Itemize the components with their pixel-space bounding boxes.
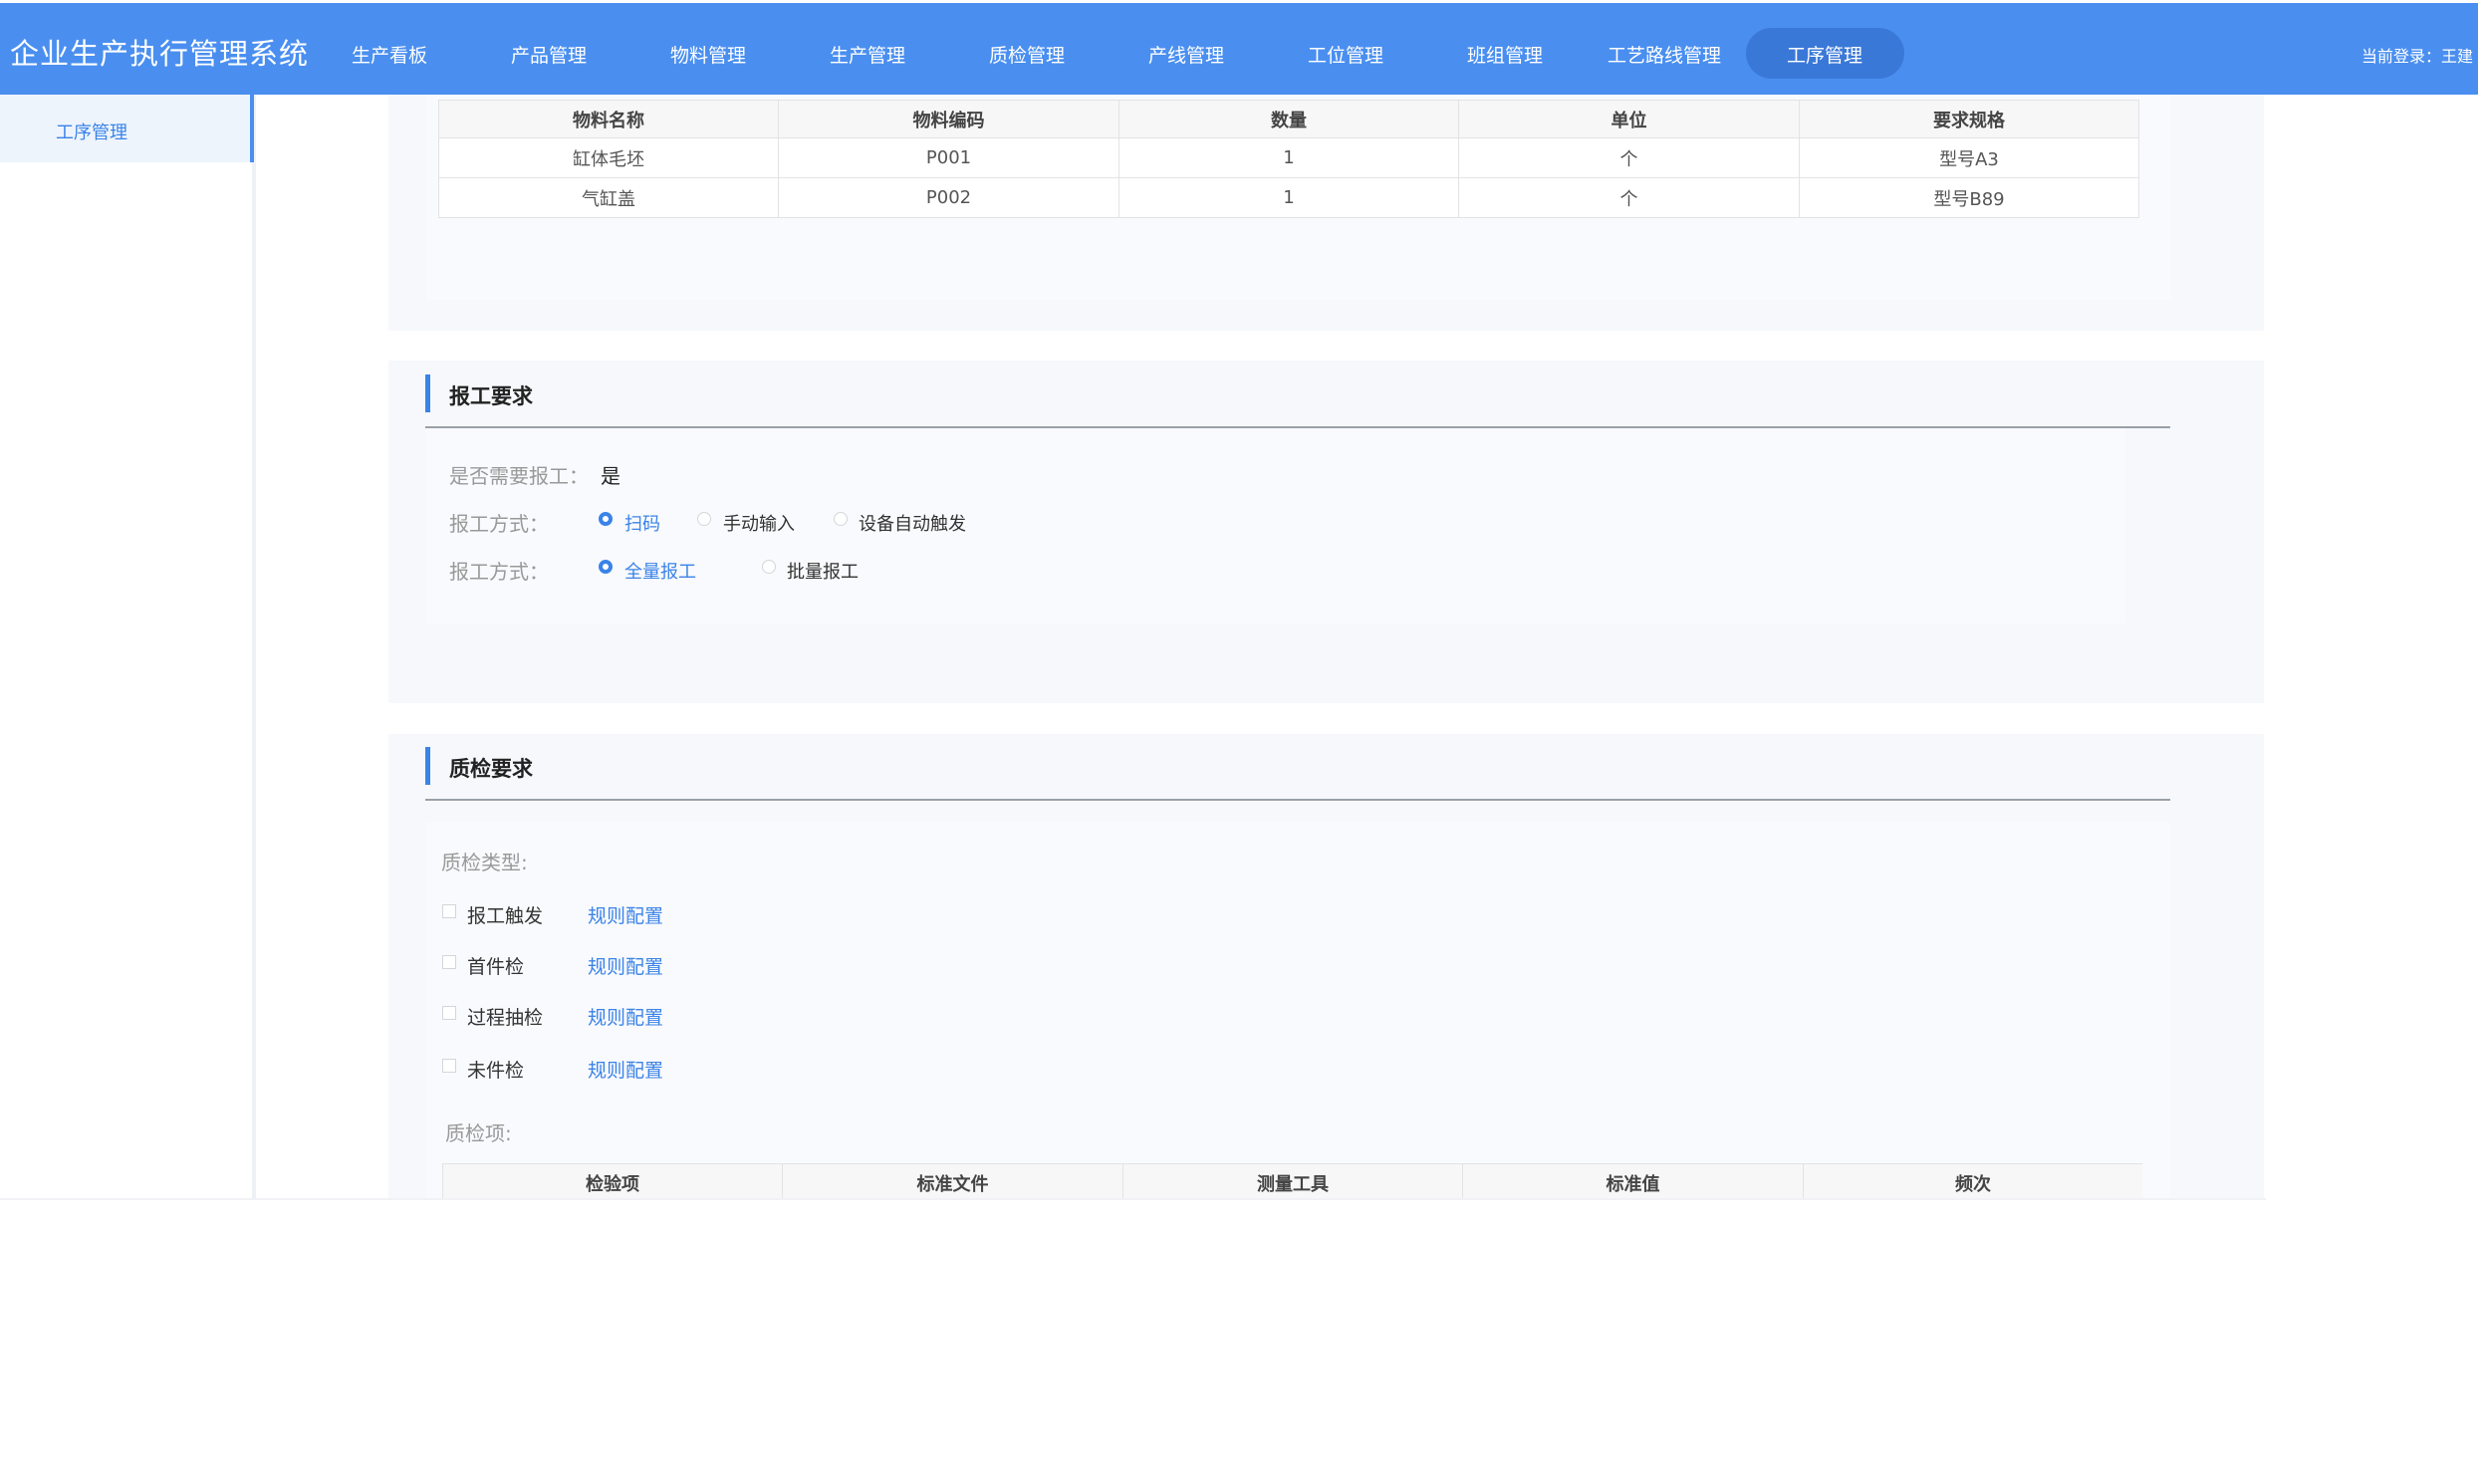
radio-device-trigger[interactable] (834, 512, 848, 526)
nav-item-quality[interactable]: 质检管理 (989, 41, 1065, 68)
col-header: 频次 (1803, 1163, 2142, 1199)
cell-spec: 型号A3 (1799, 137, 2139, 178)
cell-unit: 个 (1458, 137, 1800, 178)
need-report-value: 是 (601, 464, 620, 488)
qc-items-table: 检验项 标准文件 测量工具 标准值 频次 (442, 1163, 2142, 1199)
radio-scan-label[interactable]: 扫码 (624, 510, 660, 536)
checkbox-report-trigger[interactable] (442, 904, 456, 918)
nav-item-lines[interactable]: 产线管理 (1148, 41, 1224, 68)
report-section-header: 报工要求 (425, 359, 2170, 428)
rule-config-link[interactable]: 规则配置 (588, 1003, 663, 1030)
radio-full-report[interactable] (599, 560, 613, 574)
checkbox-process-sampling[interactable] (442, 1006, 456, 1020)
qc-type-label: 质检类型: (441, 851, 528, 874)
cell-quantity: 1 (1118, 177, 1459, 218)
radio-manual-input-label[interactable]: 手动输入 (723, 510, 795, 536)
col-header: 标准文件 (782, 1163, 1123, 1199)
col-header: 数量 (1118, 100, 1459, 138)
app-title: 企业生产执行管理系统 (10, 37, 310, 71)
materials-table: 物料名称 物料编码 数量 单位 要求规格 缸体毛坯 P001 1 个 型号A3 … (438, 100, 2139, 218)
qc-type-process-sampling: 过程抽检 (467, 1007, 544, 1029)
cell-material-name: 缸体毛坯 (438, 137, 779, 178)
qc-items-table-viewport: 检验项 标准文件 测量工具 标准值 频次 (442, 1163, 2142, 1199)
qc-type-report-trigger: 报工触发 (467, 905, 544, 927)
nav-item-routes[interactable]: 工艺路线管理 (1608, 41, 1721, 68)
rule-config-link[interactable]: 规则配置 (588, 952, 663, 979)
radio-batch-report-label[interactable]: 批量报工 (787, 558, 859, 584)
section-accent-bar (425, 747, 430, 785)
table-header-row: 检验项 标准文件 测量工具 标准值 频次 (442, 1163, 2142, 1199)
rule-config-link[interactable]: 规则配置 (588, 1056, 663, 1083)
table-row: 气缸盖 P002 1 个 型号B89 (438, 177, 2139, 218)
col-header: 标准值 (1462, 1163, 1804, 1199)
report-mode-label: 报工方式： (449, 560, 549, 584)
col-header: 物料名称 (438, 100, 779, 138)
nav-item-dashboard[interactable]: 生产看板 (352, 41, 427, 68)
nav-item-teams[interactable]: 班组管理 (1467, 41, 1543, 68)
radio-full-report-label[interactable]: 全量报工 (624, 558, 696, 584)
checkbox-final-inspection[interactable] (442, 1059, 456, 1073)
qc-items-label: 质检项: (445, 1121, 512, 1145)
sidebar: 工序管理 (0, 95, 256, 1200)
radio-manual-input[interactable] (697, 512, 711, 526)
sidebar-item-label: 工序管理 (56, 123, 127, 143)
top-nav-bar: 企业生产执行管理系统 生产看板 产品管理 物料管理 生产管理 质检管理 产线管理… (0, 3, 2478, 95)
table-row: 缸体毛坯 P001 1 个 型号A3 (438, 137, 2139, 178)
qc-type-final-inspection: 未件检 (467, 1060, 525, 1082)
cell-spec: 型号B89 (1799, 177, 2139, 218)
cell-unit: 个 (1458, 177, 1800, 218)
nav-item-stations[interactable]: 工位管理 (1308, 41, 1383, 68)
col-header: 单位 (1458, 100, 1800, 138)
table-header-row: 物料名称 物料编码 数量 单位 要求规格 (438, 100, 2139, 138)
radio-scan[interactable] (599, 512, 613, 526)
cell-material-code: P002 (778, 177, 1119, 218)
cell-quantity: 1 (1118, 137, 1459, 178)
report-inner (426, 428, 2125, 623)
rule-config-link[interactable]: 规则配置 (588, 901, 663, 928)
col-header: 物料编码 (778, 100, 1119, 138)
col-header: 测量工具 (1122, 1163, 1463, 1199)
qc-inner (426, 823, 2171, 1200)
radio-device-trigger-label[interactable]: 设备自动触发 (859, 510, 966, 536)
section-accent-bar (425, 374, 430, 412)
nav-item-products[interactable]: 产品管理 (511, 41, 587, 68)
section-title: 报工要求 (449, 384, 533, 408)
cell-material-name: 气缸盖 (438, 177, 779, 218)
col-header: 要求规格 (1799, 100, 2139, 138)
viewport-bottom-edge (0, 1198, 2266, 1200)
cell-material-code: P001 (778, 137, 1119, 178)
need-report-label: 是否需要报工： (449, 464, 589, 488)
sidebar-item-process-management[interactable]: 工序管理 (0, 95, 254, 162)
report-method-label: 报工方式： (449, 512, 549, 536)
section-title: 质检要求 (449, 757, 533, 781)
current-user-label: 当前登录：王建 (2361, 47, 2474, 66)
radio-batch-report[interactable] (762, 560, 776, 574)
qc-section-header: 质检要求 (425, 731, 2170, 801)
nav-item-production[interactable]: 生产管理 (830, 41, 905, 68)
qc-type-first-article: 首件检 (467, 956, 525, 978)
checkbox-first-article[interactable] (442, 955, 456, 969)
nav-item-materials[interactable]: 物料管理 (670, 41, 746, 68)
col-header: 检验项 (442, 1163, 783, 1199)
nav-item-processes[interactable]: 工序管理 (1787, 41, 1862, 68)
